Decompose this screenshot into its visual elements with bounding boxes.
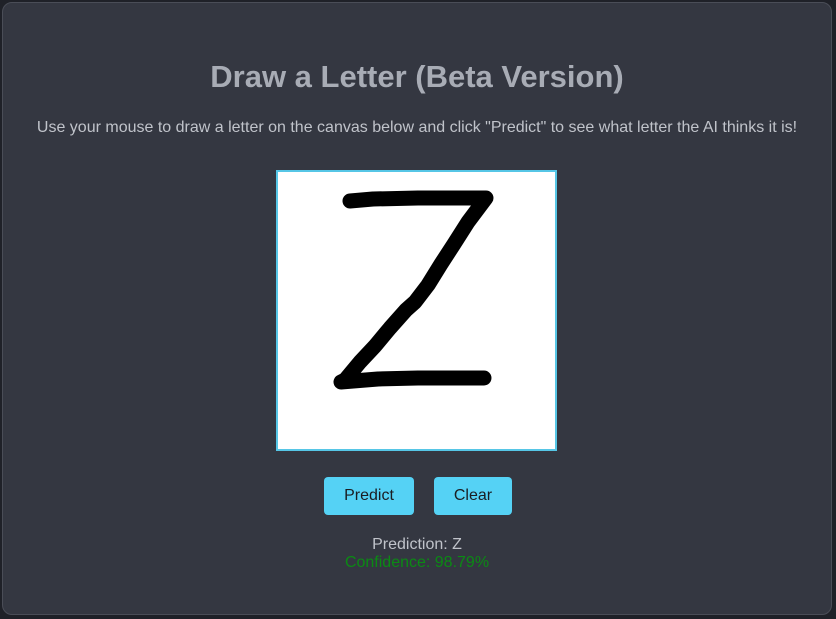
prediction-result: Prediction: Z [372, 536, 462, 553]
confidence-result: Confidence: 98.79% [344, 554, 490, 571]
drawing-canvas[interactable] [276, 170, 557, 451]
app-window: Draw a Letter (Beta Version) Use your mo… [2, 2, 832, 615]
drawn-letter-stroke [333, 190, 494, 390]
predict-button[interactable]: Predict [324, 477, 414, 515]
instructions-text: Use your mouse to draw a letter on the c… [36, 119, 798, 136]
clear-button[interactable]: Clear [434, 477, 512, 515]
page-title: Draw a Letter (Beta Version) [210, 59, 624, 94]
